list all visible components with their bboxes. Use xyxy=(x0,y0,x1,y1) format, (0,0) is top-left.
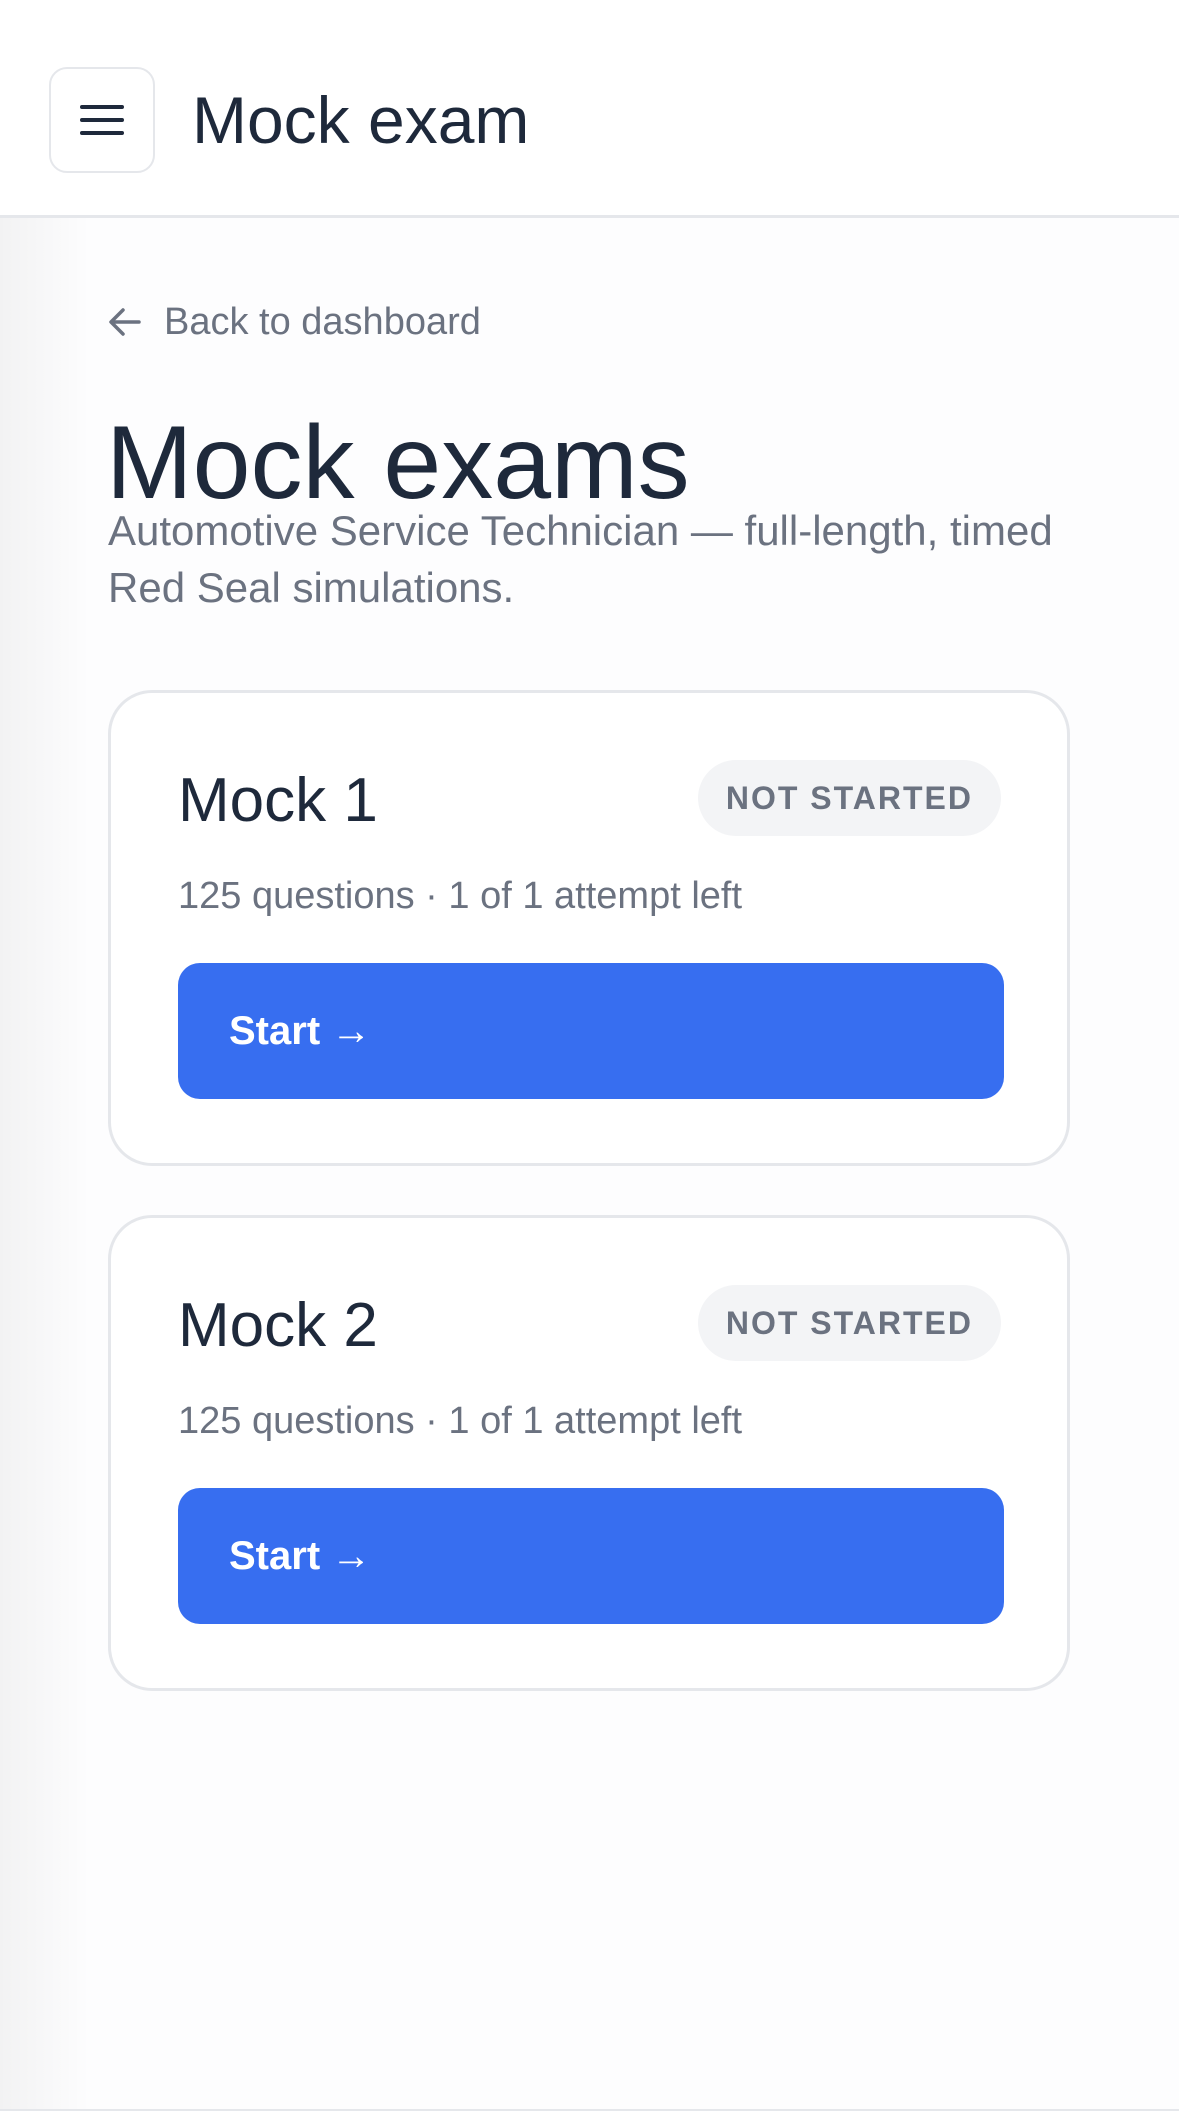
hamburger-menu-icon xyxy=(80,103,124,137)
arrow-left-icon xyxy=(108,307,142,337)
exam-card-meta: 125 questions · 1 of 1 attempt left xyxy=(178,875,743,917)
top-app-bar: Mock exam xyxy=(0,0,1179,218)
exam-card-meta: 125 questions · 1 of 1 attempt left xyxy=(178,1400,743,1442)
start-button[interactable]: Start → xyxy=(178,1488,1004,1624)
exam-card-title: Mock 1 xyxy=(178,766,378,835)
menu-button[interactable] xyxy=(49,67,155,173)
back-link-label: Back to dashboard xyxy=(164,300,481,343)
status-badge: NOT STARTED xyxy=(697,1285,1001,1361)
left-edge-shadow xyxy=(0,0,90,2111)
app-bar-title: Mock exam xyxy=(192,83,530,157)
start-button[interactable]: Start → xyxy=(178,963,1004,1099)
exam-card-mock-1: Mock 1 NOT STARTED 125 questions · 1 of … xyxy=(108,690,1070,1166)
status-badge: NOT STARTED xyxy=(697,760,1001,836)
page-subtitle: Automotive Service Technician — full-len… xyxy=(108,507,1053,611)
exam-card-title: Mock 2 xyxy=(178,1291,378,1360)
mock-exams-page: Mock exam Back to dashboard Mock exams A… xyxy=(0,0,1179,2111)
back-to-dashboard-link[interactable]: Back to dashboard xyxy=(108,295,481,349)
exam-card-mock-2: Mock 2 NOT STARTED 125 questions · 1 of … xyxy=(108,1215,1070,1691)
